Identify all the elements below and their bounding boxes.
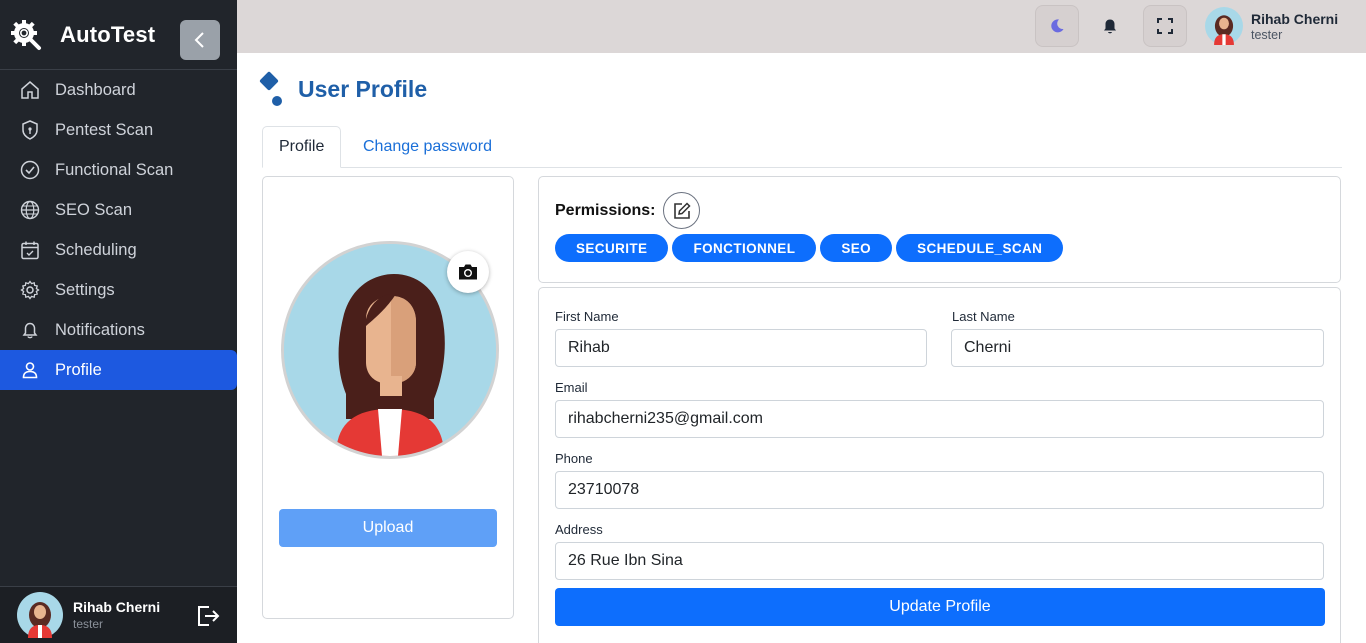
email-field[interactable] <box>555 400 1324 438</box>
bell-icon <box>1104 19 1116 34</box>
check-circle-icon <box>20 160 40 180</box>
header-user-menu[interactable]: Rihab Cherni tester <box>1205 7 1338 45</box>
footer-user-name: Rihab Cherni <box>73 599 161 615</box>
change-photo-button[interactable] <box>447 251 489 293</box>
tab-profile[interactable]: Profile <box>262 126 342 168</box>
header-user-name: Rihab Cherni <box>1251 10 1339 27</box>
email-label: Email <box>555 380 588 395</box>
sidebar-item-scheduling[interactable]: Scheduling <box>0 230 237 270</box>
sidebar-item-notifications[interactable]: Notifications <box>0 310 237 350</box>
sidebar-item-label: Pentest Scan <box>55 120 154 139</box>
profile-form-card: First Name Last Name Email Phone Address… <box>538 287 1341 643</box>
user-icon <box>22 362 38 379</box>
topbar: Rihab Cherni tester <box>237 0 1366 53</box>
avatar[interactable] <box>17 592 63 638</box>
sidebar-item-pentest-scan[interactable]: Pentest Scan <box>0 110 237 150</box>
page-header: User Profile <box>258 70 427 108</box>
address-field[interactable] <box>555 542 1324 580</box>
sidebar: AutoTest Dashboard Pentest Scan Function… <box>0 0 237 643</box>
edit-icon <box>673 201 691 219</box>
sidebar-item-label: Dashboard <box>55 80 136 99</box>
header-user-role: tester <box>1251 27 1283 42</box>
header-user-info: Rihab Cherni tester <box>1251 11 1338 42</box>
gear-icon <box>20 280 40 300</box>
upload-button[interactable]: Upload <box>279 509 497 547</box>
sidebar-item-functional-scan[interactable]: Functional Scan <box>0 150 237 190</box>
permission-chip: FONCTIONNEL <box>672 234 817 262</box>
edit-permissions-button[interactable] <box>663 192 700 229</box>
tab-change-password[interactable]: Change password <box>347 126 508 168</box>
footer-user-role: tester <box>73 617 104 631</box>
sidebar-user-footer: Rihab Cherni tester <box>0 586 237 643</box>
permission-chip: SECURITE <box>555 234 669 262</box>
fullscreen-icon <box>1157 18 1173 34</box>
theme-toggle-button[interactable] <box>1035 5 1079 47</box>
permissions-label: Permissions: <box>555 202 656 219</box>
sidebar-item-dashboard[interactable]: Dashboard <box>0 70 237 110</box>
sidebar-item-label: Notifications <box>55 320 145 339</box>
sidebar-item-settings[interactable]: Settings <box>0 270 237 310</box>
phone-label: Phone <box>555 451 593 466</box>
permission-chips: SECURITE FONCTIONNEL SEO SCHEDULE_SCAN <box>555 234 1067 262</box>
bell-icon <box>22 322 38 339</box>
home-icon <box>21 81 39 99</box>
sidebar-nav: Dashboard Pentest Scan Functional Scan S… <box>0 70 237 390</box>
sidebar-item-seo-scan[interactable]: SEO Scan <box>0 190 237 230</box>
brand: AutoTest <box>0 0 237 70</box>
phone-field[interactable] <box>555 471 1324 509</box>
sidebar-item-label: SEO Scan <box>55 200 133 219</box>
camera-icon <box>459 264 477 280</box>
sidebar-item-label: Functional Scan <box>55 160 174 179</box>
calendar-icon <box>21 241 39 260</box>
shield-icon <box>22 120 38 140</box>
sidebar-item-label: Scheduling <box>55 240 137 259</box>
first-name-label: First Name <box>555 309 619 324</box>
last-name-field[interactable] <box>951 329 1324 367</box>
globe-icon <box>20 200 40 220</box>
brand-title: AutoTest <box>60 21 156 47</box>
diamond-dots-icon <box>259 71 282 106</box>
gear-logo-icon <box>11 19 41 50</box>
address-label: Address <box>555 522 603 537</box>
last-name-label: Last Name <box>952 309 1015 324</box>
sidebar-item-profile[interactable]: Profile <box>0 350 237 390</box>
collapse-sidebar-button[interactable] <box>180 20 220 60</box>
fullscreen-button[interactable] <box>1143 5 1187 47</box>
chevron-left-icon <box>194 32 204 48</box>
page-title: User Profile <box>298 75 428 102</box>
permissions-card: Permissions: SECURITE FONCTIONNEL SEO SC… <box>538 176 1341 283</box>
moon-icon <box>1051 19 1064 33</box>
logout-icon[interactable] <box>195 603 221 629</box>
update-profile-button[interactable]: Update Profile <box>555 588 1325 626</box>
notifications-button[interactable] <box>1088 5 1132 47</box>
profile-tabs: Profile Change password <box>262 126 1342 168</box>
permission-chip: SCHEDULE_SCAN <box>896 234 1064 262</box>
permission-chip: SEO <box>820 234 893 262</box>
footer-user-info: Rihab Cherni tester <box>73 599 160 631</box>
first-name-field[interactable] <box>555 329 927 367</box>
sidebar-item-label: Settings <box>55 280 115 299</box>
sidebar-item-label: Profile <box>55 360 102 379</box>
avatar <box>1205 7 1243 45</box>
profile-photo-card: Upload <box>262 176 514 619</box>
